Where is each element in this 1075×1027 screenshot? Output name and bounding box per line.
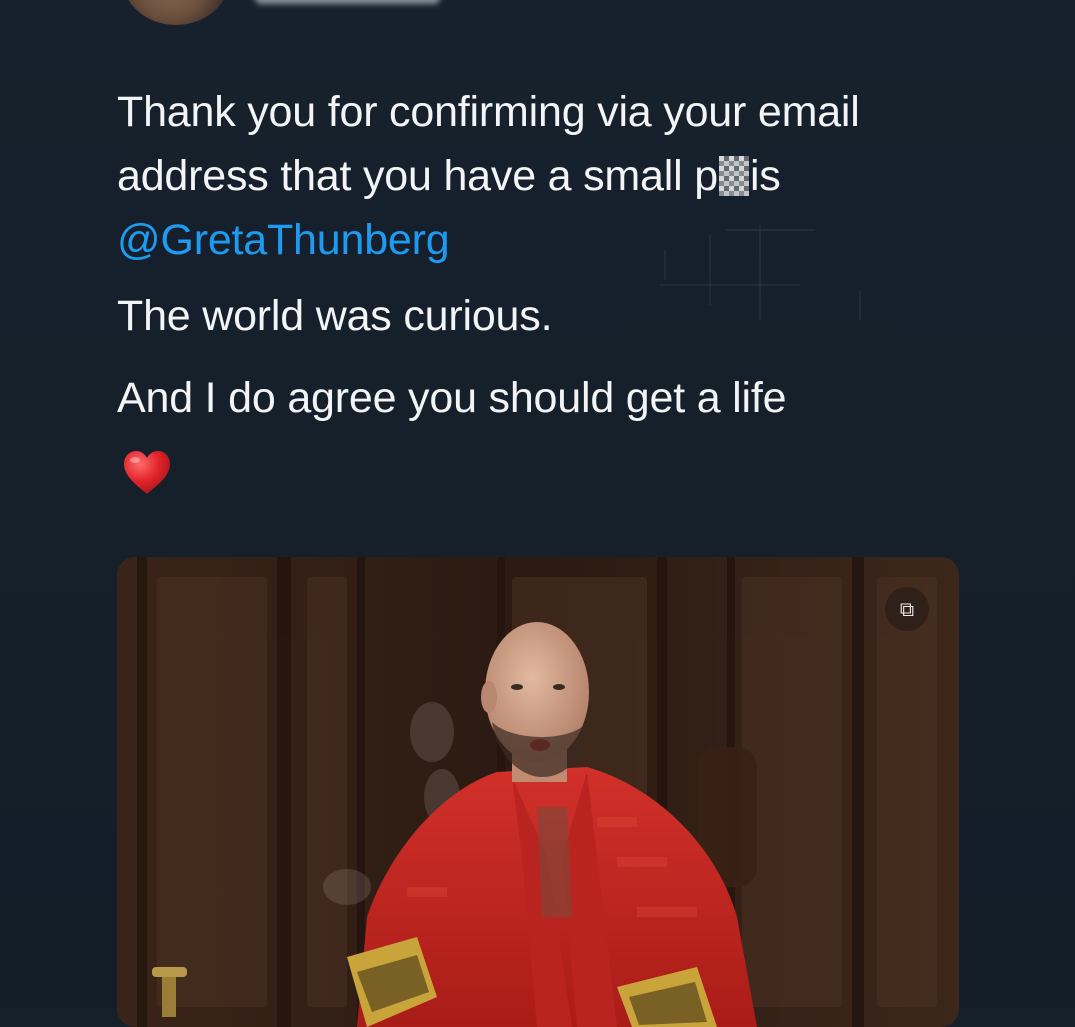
- heart-emoji-icon: [124, 451, 170, 494]
- author-name[interactable]: [255, 0, 440, 4]
- censored-word-pixelation: [718, 156, 749, 196]
- tweet-page: Thank you for confirming via your email …: [0, 0, 1075, 1027]
- gif-badge-icon[interactable]: ⧉: [885, 587, 929, 631]
- tweet-paragraph-2: The world was curious.: [117, 292, 553, 340]
- tweet-text: Thank you for confirming via your email …: [117, 80, 937, 430]
- author-avatar[interactable]: [122, 0, 230, 25]
- tweet-paragraph-3: And I do agree you should get a life: [117, 374, 787, 422]
- mention-link[interactable]: @GretaThunberg: [117, 216, 450, 264]
- media-image: [117, 557, 959, 1027]
- tweet-text-part: is: [749, 152, 781, 200]
- tweet-media-gif[interactable]: ⧉: [117, 557, 959, 1027]
- tweet-paragraph-1: Thank you for confirming via your email …: [117, 80, 937, 272]
